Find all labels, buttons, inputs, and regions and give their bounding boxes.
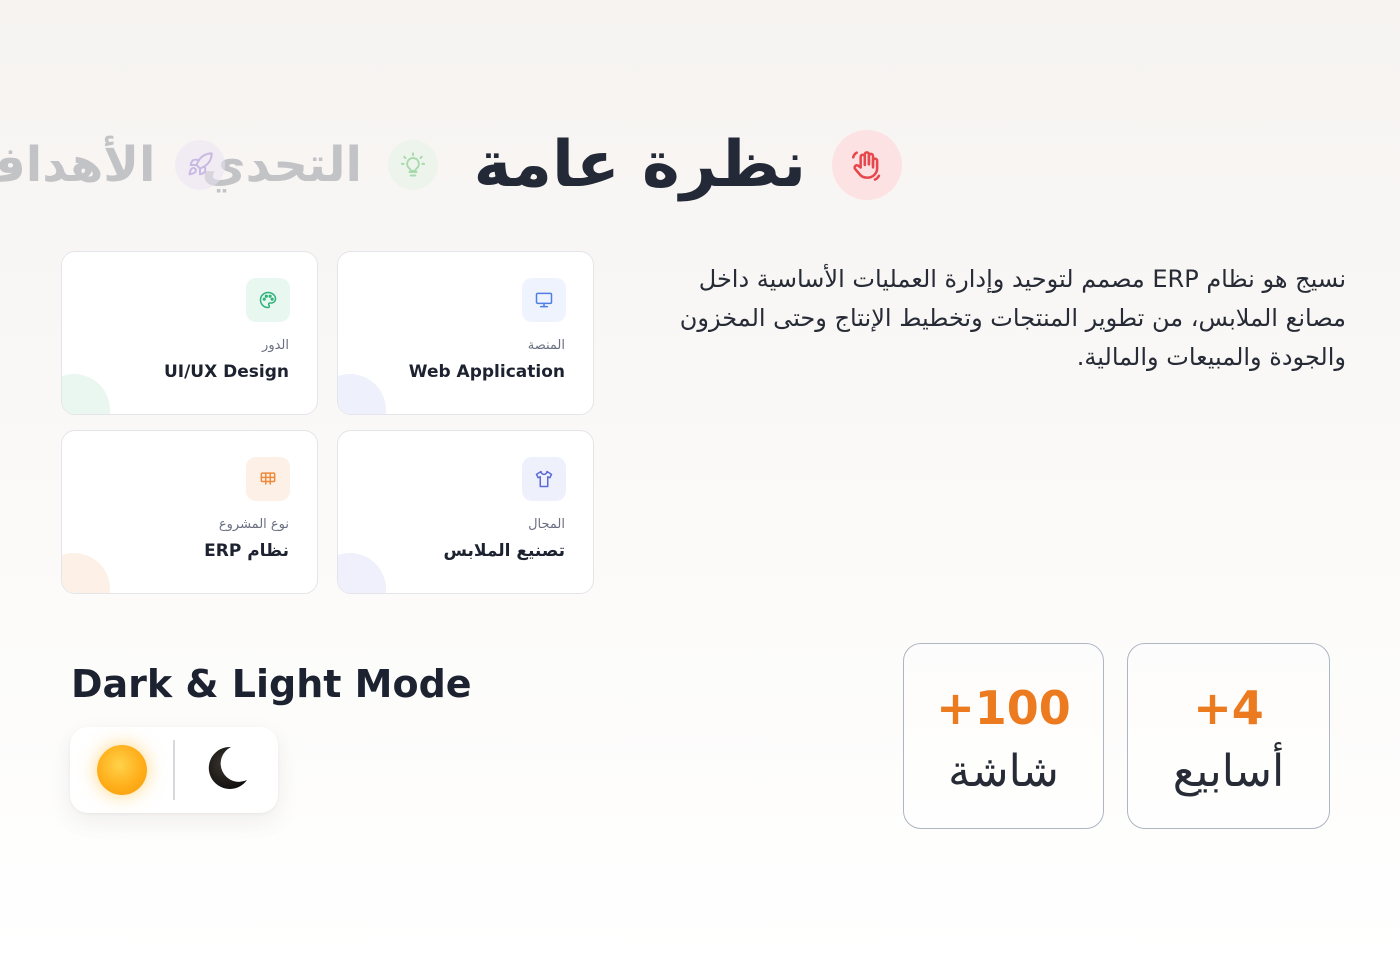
stat-screens-label: شاشة — [948, 746, 1059, 797]
card-decoration — [62, 374, 110, 414]
tab-goals[interactable]: الأهداف — [0, 137, 226, 193]
dark-mode-button[interactable] — [175, 727, 278, 813]
stat-weeks: +4 أسابيع — [1127, 643, 1330, 829]
card-role-label: الدور — [262, 338, 289, 353]
section-tabs: نظرة عامة التحدي الأهداف — [0, 0, 1400, 240]
card-domain: المجال تصنيع الملابس — [337, 430, 594, 594]
card-decoration — [62, 553, 110, 593]
card-platform-label: المنصة — [527, 338, 565, 353]
tab-overview-label: نظرة عامة — [473, 128, 806, 202]
project-description: نسيج هو نظام ERP مصمم لتوحيد وإدارة العم… — [679, 265, 1346, 371]
sun-icon — [96, 745, 147, 795]
stat-screens: +100 شاشة — [903, 643, 1104, 829]
card-decoration — [338, 553, 386, 593]
palette-icon — [246, 278, 290, 322]
monitor-icon — [522, 278, 566, 322]
card-project-type-label: نوع المشروع — [218, 517, 289, 532]
theme-toggle — [70, 727, 278, 813]
card-decoration — [338, 374, 386, 414]
tshirt-icon — [522, 457, 566, 501]
card-project-type-value: نظام ERP — [204, 541, 289, 561]
stat-weeks-label: أسابيع — [1172, 746, 1285, 797]
card-domain-value: تصنيع الملابس — [443, 541, 565, 561]
card-role: الدور UI/UX Design — [61, 251, 318, 415]
card-platform: المنصة Web Application — [337, 251, 594, 415]
card-platform-value: Web Application — [408, 362, 565, 382]
tab-overview[interactable]: نظرة عامة — [474, 130, 902, 200]
rocket-icon — [175, 140, 226, 190]
lightbulb-icon — [388, 140, 438, 190]
hand-wave-icon — [832, 130, 902, 200]
tab-challenge-label: التحدي — [201, 137, 362, 193]
tab-goals-label: الأهداف — [0, 137, 156, 193]
tab-challenge[interactable]: التحدي — [202, 140, 438, 190]
card-role-value: UI/UX Design — [163, 362, 289, 382]
info-cards: المنصة Web Application الدور UI/UX Desig… — [61, 251, 594, 594]
card-project-type: نوع المشروع نظام ERP — [61, 430, 318, 594]
stat-weeks-value: +4 — [1193, 681, 1264, 735]
grid-icon — [246, 457, 290, 501]
mode-title: Dark & Light Mode — [71, 662, 472, 706]
stat-screens-value: +100 — [936, 681, 1071, 735]
light-mode-button[interactable] — [70, 727, 173, 813]
moon-icon — [201, 743, 251, 797]
card-domain-label: المجال — [528, 517, 565, 532]
